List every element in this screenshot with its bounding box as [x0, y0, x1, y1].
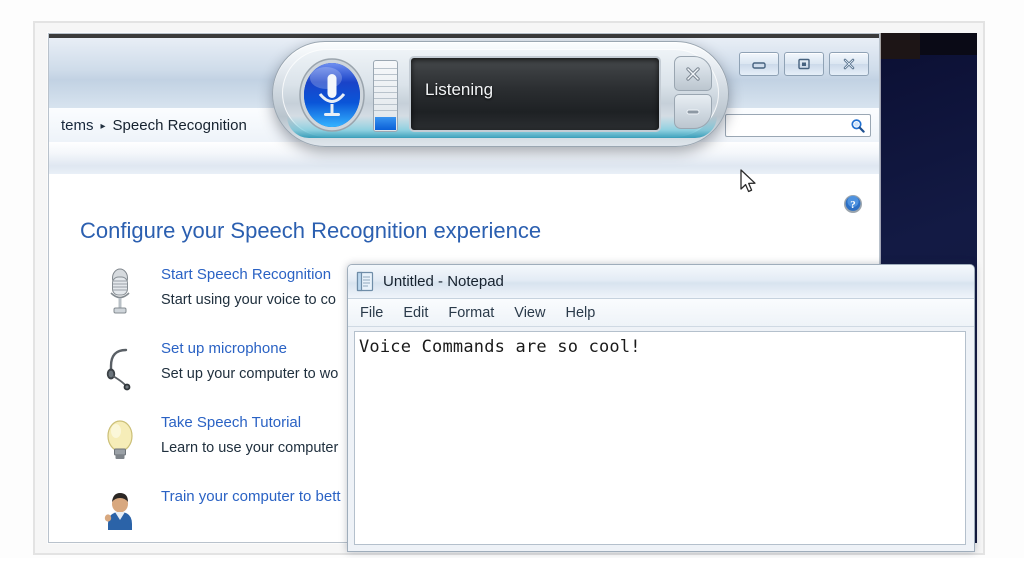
notepad-text: Voice Commands are so cool! — [355, 332, 965, 362]
volume-level-indicator — [375, 117, 396, 130]
menu-edit[interactable]: Edit — [403, 305, 428, 321]
search-box[interactable] — [725, 114, 871, 137]
help-icon[interactable]: ? — [843, 194, 863, 214]
link-take-speech-tutorial[interactable]: Take Speech Tutorial — [161, 414, 301, 431]
page-title: Configure your Speech Recognition experi… — [80, 218, 541, 244]
speech-status-text: Listening — [425, 80, 493, 100]
speech-bar-minimize-button[interactable] — [674, 94, 712, 129]
notepad-title: Untitled - Notepad — [383, 273, 504, 290]
menu-view[interactable]: View — [514, 305, 545, 321]
headset-icon — [101, 342, 139, 394]
lightbulb-icon — [101, 416, 139, 468]
desc-take-speech-tutorial: Learn to use your computer — [161, 440, 338, 456]
menu-format[interactable]: Format — [448, 305, 494, 321]
desktop-corner-shadow — [880, 33, 920, 59]
link-start-speech-recognition[interactable]: Start Speech Recognition — [161, 266, 331, 283]
breadcrumb-current[interactable]: Speech Recognition — [113, 117, 247, 134]
link-train-your-computer[interactable]: Train your computer to bett — [161, 488, 341, 505]
microphone-button-icon[interactable] — [299, 58, 365, 132]
breadcrumb-prefix[interactable]: tems — [61, 117, 94, 134]
svg-text:?: ? — [850, 199, 856, 211]
notepad-titlebar[interactable]: Untitled - Notepad — [348, 265, 974, 299]
person-icon — [101, 490, 139, 542]
maximize-button[interactable] — [784, 52, 824, 76]
speech-recognition-bar: Listening — [272, 41, 729, 147]
screen: tems ▸ Speech Recognition ? Configure your… — [0, 0, 1024, 576]
breadcrumb-separator-icon: ▸ — [101, 121, 106, 132]
search-input[interactable] — [730, 118, 850, 134]
notepad-text-area[interactable]: Voice Commands are so cool! — [354, 331, 966, 545]
minimize-icon — [684, 107, 702, 117]
minimize-button[interactable] — [739, 52, 779, 76]
close-icon — [684, 65, 702, 83]
window-controls — [739, 52, 869, 76]
desc-start-speech-recognition: Start using your voice to co — [161, 292, 336, 308]
notepad-icon — [356, 271, 375, 292]
link-set-up-microphone[interactable]: Set up microphone — [161, 340, 287, 357]
mouse-pointer — [740, 169, 758, 196]
menu-file[interactable]: File — [360, 305, 383, 321]
speech-status-display: Listening — [409, 56, 661, 132]
desc-set-up-microphone: Set up your computer to wo — [161, 366, 338, 382]
page-bottom-strip — [0, 558, 1024, 576]
search-icon — [850, 118, 866, 134]
notepad-window: Untitled - Notepad File Edit Format View… — [347, 264, 975, 552]
speech-bar-close-button[interactable] — [674, 56, 712, 91]
menu-help[interactable]: Help — [565, 305, 595, 321]
volume-meter — [373, 60, 398, 132]
microphone-icon — [101, 268, 139, 320]
breadcrumb[interactable]: tems ▸ Speech Recognition — [49, 117, 247, 134]
notepad-menubar: File Edit Format View Help — [348, 299, 974, 327]
close-button[interactable] — [829, 52, 869, 76]
